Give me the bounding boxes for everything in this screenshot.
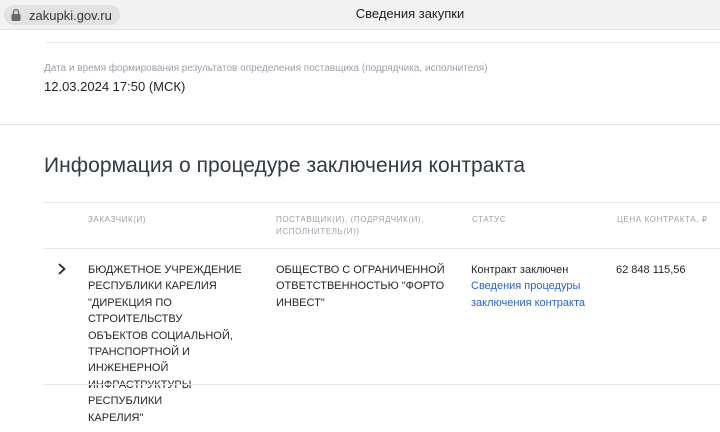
column-header-price: ЦЕНА КОНТРАКТА, ₽ xyxy=(617,215,708,224)
column-header-customer: ЗАКАЗЧИК(И) xyxy=(88,215,147,224)
top-divider xyxy=(46,42,720,43)
results-datetime-value: 12.03.2024 17:50 (МСК) xyxy=(44,79,186,94)
section-heading: Информация о процедуре заключения контра… xyxy=(44,154,526,177)
price-cell: 62 848 115,56 xyxy=(616,264,686,276)
page-title: Сведения закупки xyxy=(355,6,465,21)
status-text: Контракт заключен xyxy=(471,264,569,276)
status-cell: Контракт заключен Сведения процедуры зак… xyxy=(471,262,611,311)
table-top-divider xyxy=(44,202,720,203)
section-divider xyxy=(0,124,720,125)
contract-procedure-link[interactable]: Сведения процедуры заключения контракта xyxy=(471,278,611,311)
table-bottom-divider xyxy=(44,384,720,385)
chevron-right-icon[interactable] xyxy=(56,262,68,276)
customer-cell: БЮДЖЕТНОЕ УЧРЕЖДЕНИЕ РЕСПУБЛИКИ КАРЕЛИЯ … xyxy=(88,264,242,424)
table-header-divider xyxy=(44,248,720,249)
lock-icon xyxy=(11,9,21,21)
supplier-cell: ОБЩЕСТВО С ОГРАНИЧЕННОЙ ОТВЕТСТВЕННОСТЬЮ… xyxy=(276,264,445,309)
browser-top-bar: zakupki.gov.ru Сведения закупки xyxy=(0,0,720,30)
url-text: zakupki.gov.ru xyxy=(29,7,112,23)
column-header-supplier: ПОСТАВЩИК(И), (ПОДРЯДЧИК(И), ИСПОЛНИТЕЛЬ… xyxy=(276,215,425,236)
column-header-status: СТАТУС xyxy=(472,215,507,224)
results-datetime-label: Дата и время формирования результатов оп… xyxy=(44,63,488,74)
address-bar[interactable]: zakupki.gov.ru xyxy=(4,5,120,25)
